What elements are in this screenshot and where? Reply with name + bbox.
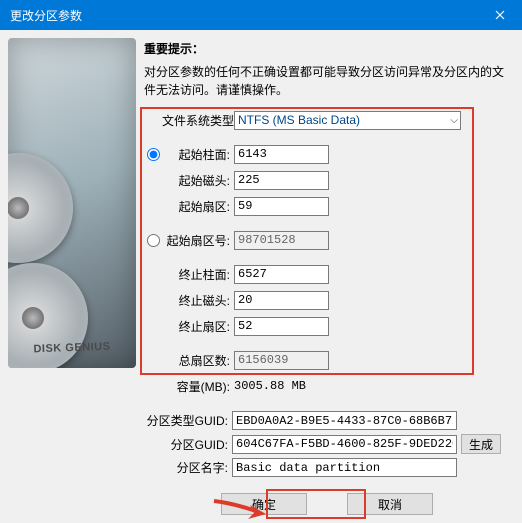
window-title: 更改分区参数: [10, 7, 82, 24]
start-sec-label: 起始扇区:: [162, 198, 234, 215]
part-guid-label: 分区GUID:: [144, 436, 232, 453]
start-head-label: 起始磁头:: [162, 172, 234, 189]
total-sec-value: [234, 351, 329, 370]
start-cyl-label: 起始柱面:: [162, 146, 234, 163]
end-sec-input[interactable]: [234, 317, 329, 336]
end-cyl-label: 终止柱面:: [162, 266, 234, 283]
tip-body: 对分区参数的任何不正确设置都可能导致分区访问异常及分区内的文件无法访问。请谨慎操…: [144, 63, 510, 99]
fs-type-value: NTFS (MS Basic Data): [238, 113, 360, 127]
chevron-down-icon: ⌵: [450, 115, 458, 126]
close-button[interactable]: [477, 0, 522, 30]
cancel-button[interactable]: 取消: [347, 493, 433, 515]
end-cyl-input[interactable]: [234, 265, 329, 284]
start-lba-label: 起始扇区号:: [162, 232, 234, 249]
end-head-input[interactable]: [234, 291, 329, 310]
type-guid-label: 分区类型GUID:: [144, 412, 232, 429]
end-head-label: 终止磁头:: [162, 292, 234, 309]
start-cyl-input[interactable]: [234, 145, 329, 164]
end-sec-label: 终止扇区:: [162, 318, 234, 335]
type-guid-input[interactable]: [232, 411, 457, 430]
part-guid-input[interactable]: [232, 435, 457, 454]
start-head-input[interactable]: [234, 171, 329, 190]
part-name-input[interactable]: [232, 458, 457, 477]
generate-guid-button[interactable]: 生成: [461, 434, 501, 454]
start-sec-input[interactable]: [234, 197, 329, 216]
sidebar-image: DISK GENIUS: [8, 38, 136, 515]
start-lba-input: [234, 231, 329, 250]
title-bar: 更改分区参数: [0, 0, 522, 30]
fs-type-label: 文件系统类型:: [162, 112, 234, 129]
capacity-label: 容量(MB):: [162, 378, 234, 395]
lba-mode-radio[interactable]: [147, 234, 160, 247]
tip-heading: 重要提示：: [144, 40, 510, 57]
total-sec-label: 总扇区数:: [162, 352, 234, 369]
close-icon: [495, 10, 505, 20]
capacity-value: 3005.88 MB: [234, 379, 306, 393]
ok-button[interactable]: 确定: [221, 493, 307, 515]
chs-mode-radio[interactable]: [147, 148, 160, 161]
fs-type-select[interactable]: NTFS (MS Basic Data) ⌵: [234, 111, 461, 130]
part-name-label: 分区名字:: [144, 459, 232, 476]
